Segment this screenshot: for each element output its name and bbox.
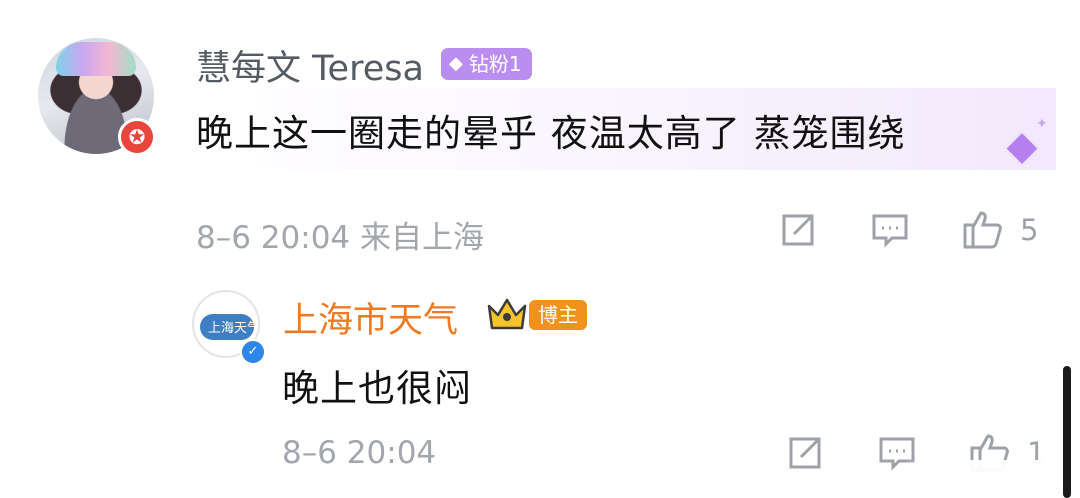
- sparkle-icon: ✦: [1036, 116, 1048, 132]
- commenter-name[interactable]: 慧每文 Teresa: [196, 40, 424, 91]
- crown-icon: [485, 295, 529, 335]
- share-icon[interactable]: [776, 208, 820, 252]
- reply-author-name[interactable]: 上海市天气: [283, 292, 458, 343]
- reply-share-icon[interactable]: [783, 431, 827, 475]
- avatar-hat-decoration: [56, 42, 136, 76]
- scrollbar[interactable]: [1063, 366, 1071, 498]
- verified-check-icon: ✓: [240, 339, 266, 365]
- reply-text[interactable]: 晚上也很闷: [282, 358, 472, 412]
- like-count: 5: [1020, 213, 1039, 247]
- comment-timestamp-location: 8–6 20:04 来自上海: [196, 220, 484, 256]
- comment-icon[interactable]: [868, 208, 912, 252]
- fan-level-badge[interactable]: ◆ 钻粉1: [441, 48, 532, 80]
- reply-timestamp: 8–6 20:04: [282, 435, 437, 471]
- comment-text[interactable]: 晚上这一圈走的晕乎 夜温太高了 蒸笼围绕: [196, 103, 906, 157]
- author-badge: 博主: [529, 300, 587, 330]
- watermark-overlay: [905, 460, 1065, 494]
- avatar-logo-text: 上海天气: [208, 321, 260, 336]
- fan-level-label: 钻粉1: [468, 52, 522, 76]
- member-star-icon: ✪: [118, 118, 156, 156]
- diamond-icon: ◆: [449, 53, 463, 74]
- like-icon[interactable]: [960, 206, 1006, 252]
